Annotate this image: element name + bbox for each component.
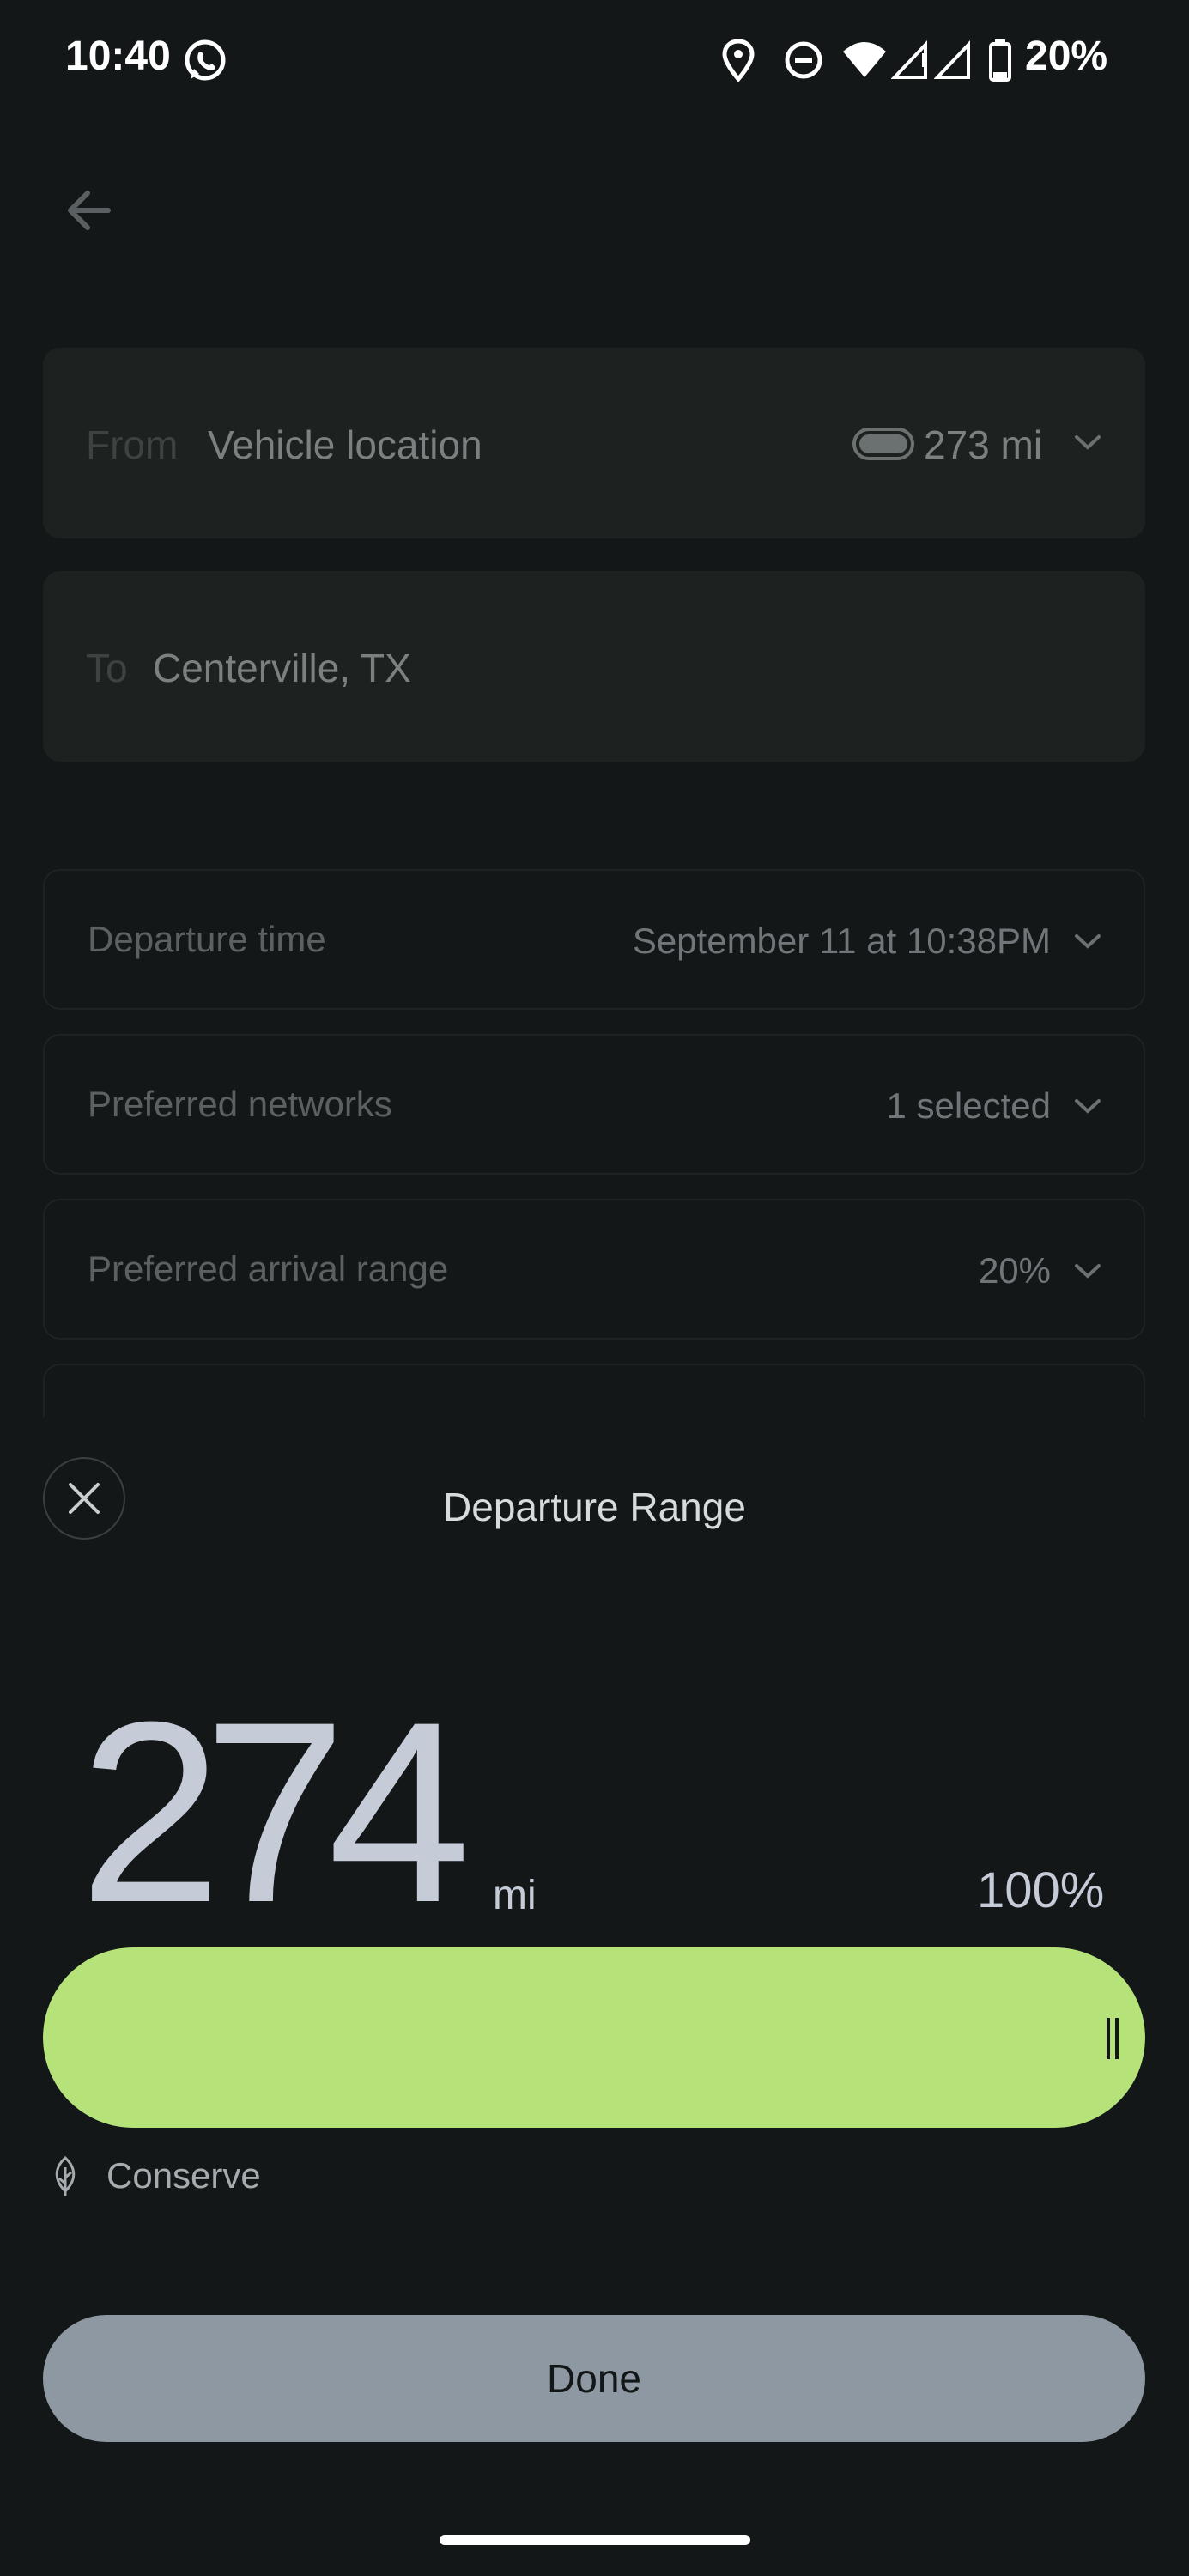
range-unit: mi xyxy=(493,1873,537,1918)
vehicle-range: 273 mi xyxy=(924,422,1043,467)
range-value: 274 xyxy=(79,1668,471,1956)
done-button[interactable]: Done xyxy=(43,2315,1145,2442)
preferred-networks-row[interactable]: Preferred networks 1 selected xyxy=(43,1034,1145,1175)
charge-percent: 100% xyxy=(977,1862,1105,1918)
preferred-networks-label: Preferred networks xyxy=(88,1084,392,1124)
departure-time-value: September 11 at 10:38PM xyxy=(632,920,1051,961)
to-value: Centerville, TX xyxy=(153,646,411,690)
to-field[interactable]: To Centerville, TX xyxy=(43,571,1145,762)
conserve-label: Conserve xyxy=(106,2155,261,2196)
home-indicator[interactable] xyxy=(440,2535,750,2545)
chevron-down-icon xyxy=(1075,1264,1101,1279)
leaf-icon xyxy=(55,2155,76,2196)
status-bar: 10:40 20% xyxy=(0,0,1189,120)
signal-icon xyxy=(934,39,970,79)
departure-time-label: Departure time xyxy=(88,919,326,959)
wifi-icon xyxy=(843,42,886,77)
status-time: 10:40 xyxy=(65,33,171,79)
whatsapp-icon xyxy=(185,39,226,81)
vehicle-battery-icon xyxy=(852,428,914,460)
location-icon xyxy=(722,39,755,82)
chevron-down-icon xyxy=(1075,1099,1101,1114)
signal-icon xyxy=(891,39,927,79)
arrival-range-row[interactable]: Preferred arrival range 20% xyxy=(43,1199,1145,1340)
from-value: Vehicle location xyxy=(208,422,482,467)
range-slider-fill xyxy=(43,1947,1145,2128)
from-label: From xyxy=(86,422,179,467)
battery-percent: 20% xyxy=(1025,33,1108,79)
preferred-networks-value: 1 selected xyxy=(886,1085,1051,1126)
chevron-down-icon xyxy=(1075,435,1101,450)
to-label: To xyxy=(86,646,128,690)
back-arrow-icon[interactable] xyxy=(60,180,120,240)
range-slider[interactable] xyxy=(43,1947,1145,2128)
arrival-range-value: 20% xyxy=(978,1250,1051,1291)
sheet-title: Departure Range xyxy=(443,1485,746,1529)
dnd-icon xyxy=(785,41,822,79)
battery-icon xyxy=(989,39,1011,82)
chevron-down-icon xyxy=(1075,934,1101,949)
slider-handle-icon[interactable] xyxy=(1106,2018,1119,2059)
departure-time-row[interactable]: Departure time September 11 at 10:38PM xyxy=(43,869,1145,1010)
arrival-range-label: Preferred arrival range xyxy=(88,1249,449,1289)
from-field[interactable]: From Vehicle location 273 mi xyxy=(43,348,1145,538)
